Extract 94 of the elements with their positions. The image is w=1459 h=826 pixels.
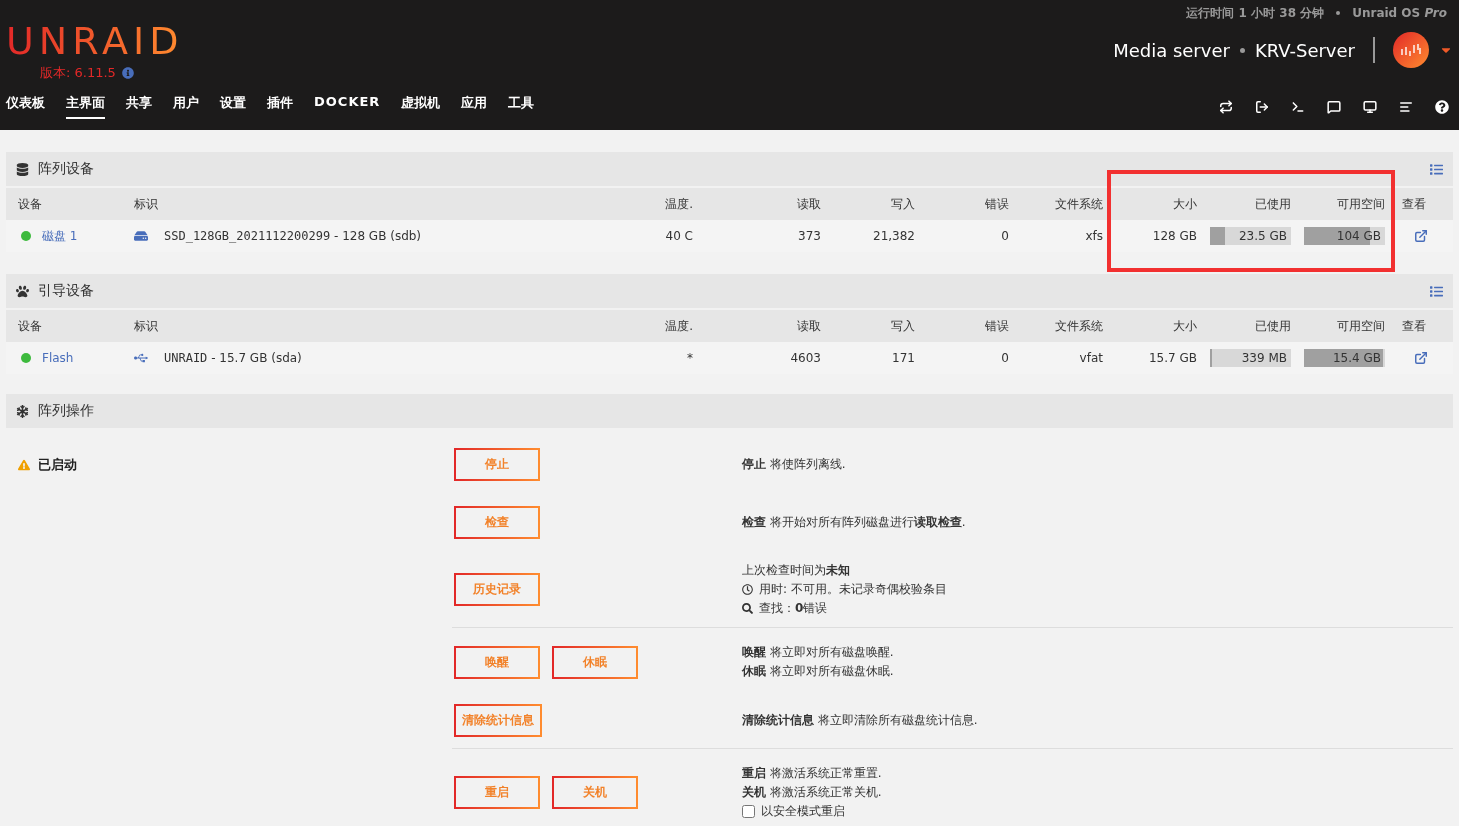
action-description: 停止 将使阵列离线. bbox=[742, 455, 847, 473]
server-name: KRV-Server bbox=[1254, 39, 1355, 61]
action-description: 关机 将激活系统正常关机. bbox=[742, 784, 883, 801]
duration-text: 用时: 不可用。未记录奇偶校验条目 bbox=[759, 581, 947, 598]
errors-count: 0 bbox=[1001, 351, 1009, 365]
used-amount: 23.5 GB bbox=[1238, 229, 1287, 243]
list-icon[interactable] bbox=[1430, 284, 1443, 298]
column-header: 错误 bbox=[985, 317, 1009, 335]
column-header: 温度. bbox=[665, 195, 694, 213]
array-status: 已启动 bbox=[38, 456, 77, 474]
errors-count: 0 bbox=[1001, 229, 1009, 243]
column-header: 设备 bbox=[18, 317, 42, 335]
column-header: 读取 bbox=[797, 317, 821, 335]
temperature: * bbox=[687, 351, 693, 365]
nav-tab[interactable]: 应用 bbox=[461, 94, 488, 119]
logout-icon[interactable] bbox=[1255, 99, 1269, 114]
column-header: 文件系统 bbox=[1055, 317, 1103, 335]
nav-tab[interactable]: 虚拟机 bbox=[401, 94, 441, 119]
column-header: 标识 bbox=[134, 195, 158, 213]
uptime: 运行时间 1 小时 38 分钟 bbox=[1186, 4, 1325, 22]
column-header: 已使用 bbox=[1255, 317, 1291, 335]
version-label: 版本: 6.11.5 bbox=[40, 64, 116, 82]
info-icon[interactable] bbox=[121, 67, 134, 79]
column-header: 设备 bbox=[18, 195, 42, 213]
device-identity: UNRAID - 15.7 GB (sda) bbox=[164, 351, 302, 365]
temperature: 40 C bbox=[665, 229, 693, 243]
column-header: 读取 bbox=[797, 195, 821, 213]
writes-count: 21,382 bbox=[873, 229, 915, 243]
free-amount: 104 GB bbox=[1336, 229, 1381, 243]
message-icon[interactable] bbox=[1327, 99, 1341, 114]
column-header: 写入 bbox=[891, 317, 915, 335]
column-header: 标识 bbox=[134, 317, 158, 335]
terminal-icon[interactable] bbox=[1291, 99, 1305, 114]
column-header: 写入 bbox=[891, 195, 915, 213]
nav-tab[interactable]: 主界面 bbox=[66, 94, 105, 119]
external-link-icon[interactable] bbox=[1414, 229, 1428, 243]
action-description: 上次检查时间为未知 bbox=[742, 562, 851, 579]
disk-size: 128 GB bbox=[1152, 229, 1197, 243]
free-amount: 15.4 GB bbox=[1332, 351, 1381, 365]
database-icon bbox=[16, 162, 29, 176]
nav-tab[interactable]: 仪表板 bbox=[6, 94, 45, 119]
column-header: 可用空间 bbox=[1337, 195, 1385, 213]
column-header: 温度. bbox=[665, 317, 694, 335]
drive-icon bbox=[134, 229, 148, 243]
action-description: 唤醒 将立即对所有磁盘唤醒. bbox=[742, 644, 895, 661]
help-icon[interactable] bbox=[1435, 99, 1449, 114]
monitor-icon[interactable] bbox=[1363, 99, 1377, 114]
list-icon[interactable] bbox=[1430, 162, 1443, 176]
action-description: 清除统计信息 将立即清除所有磁盘统计信息. bbox=[742, 711, 979, 729]
usb-drive-icon bbox=[134, 351, 148, 365]
used-amount: 339 MB bbox=[1241, 351, 1287, 365]
column-header: 大小 bbox=[1173, 195, 1197, 213]
clock-icon bbox=[742, 584, 753, 595]
column-header: 查看 bbox=[1402, 195, 1426, 213]
reads-count: 373 bbox=[798, 229, 821, 243]
snowflake-icon bbox=[16, 404, 29, 418]
search-icon bbox=[742, 603, 753, 614]
action-description: 重启 将激活系统正常重置. bbox=[742, 765, 883, 782]
column-header: 大小 bbox=[1173, 317, 1197, 335]
reads-count: 4603 bbox=[790, 351, 821, 365]
section-title: 引导设备 bbox=[38, 282, 94, 300]
writes-count: 171 bbox=[892, 351, 915, 365]
avatar-icon[interactable] bbox=[1393, 32, 1429, 68]
warning-icon bbox=[18, 459, 30, 471]
nav-tab[interactable]: 共享 bbox=[126, 94, 152, 119]
column-header: 文件系统 bbox=[1055, 195, 1103, 213]
os-edition: Unraid OS Pro bbox=[1352, 6, 1447, 20]
disk-size: 15.7 GB bbox=[1148, 351, 1197, 365]
nav-tab[interactable]: 设置 bbox=[220, 94, 246, 119]
action-description: 检查 将开始对所有阵列磁盘进行读取检查. bbox=[742, 513, 967, 531]
checkbox-label: 以安全模式重启 bbox=[761, 803, 845, 820]
device-link[interactable]: Flash bbox=[42, 351, 74, 365]
nav-tab[interactable]: 插件 bbox=[267, 94, 293, 119]
filesystem: vfat bbox=[1079, 351, 1103, 365]
filesystem: xfs bbox=[1085, 229, 1103, 243]
column-header: 已使用 bbox=[1255, 195, 1291, 213]
nav-tab[interactable]: 用户 bbox=[173, 94, 199, 119]
nav-tab[interactable]: 工具 bbox=[508, 94, 535, 119]
column-header: 可用空间 bbox=[1337, 317, 1385, 335]
server-description: Media server bbox=[1113, 39, 1230, 61]
column-header: 错误 bbox=[985, 195, 1009, 213]
device-identity: SSD_128GB_2021112200299 - 128 GB (sdb) bbox=[164, 229, 422, 243]
nav-tab[interactable]: DOCKER bbox=[314, 94, 381, 119]
errors-found-text: 查找：0错误 bbox=[759, 600, 828, 617]
column-header: 查看 bbox=[1402, 317, 1426, 335]
external-link-icon[interactable] bbox=[1414, 351, 1428, 365]
section-title: 阵列操作 bbox=[38, 402, 94, 420]
log-icon[interactable] bbox=[1399, 99, 1413, 114]
device-link[interactable]: 磁盘 1 bbox=[42, 227, 78, 245]
paw-icon bbox=[16, 284, 29, 298]
action-description: 休眠 将立即对所有磁盘休眠. bbox=[742, 663, 895, 680]
section-title: 阵列设备 bbox=[38, 160, 94, 178]
safe-mode-checkbox[interactable] bbox=[742, 805, 755, 818]
sync-icon[interactable] bbox=[1219, 99, 1233, 114]
